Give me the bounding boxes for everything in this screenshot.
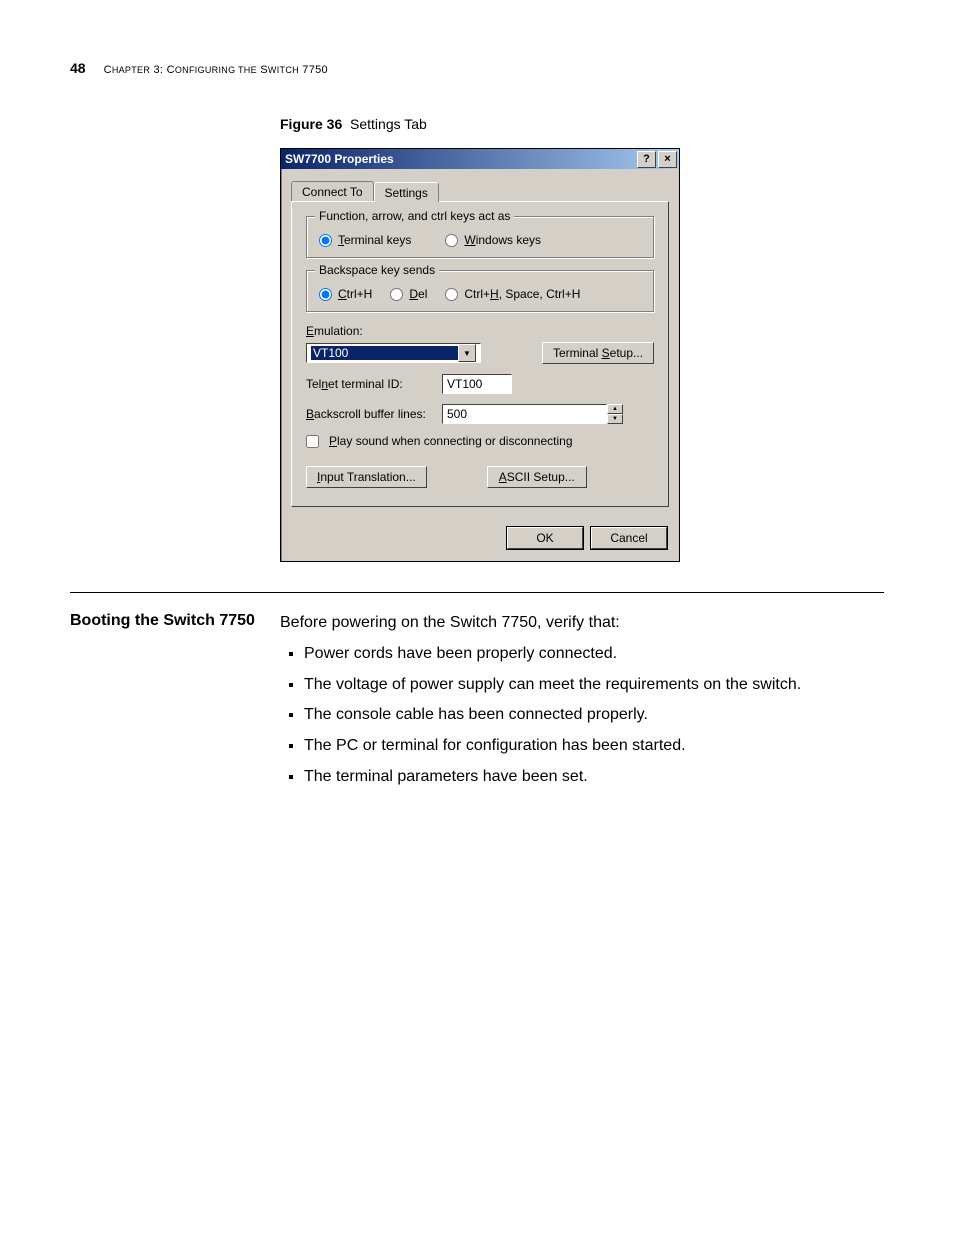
chevron-down-icon[interactable]: ▼ [458, 344, 476, 362]
figure-caption: Figure 36 Settings Tab [280, 116, 884, 132]
backspace-legend: Backspace key sends [315, 263, 439, 277]
list-item: The terminal parameters have been set. [304, 765, 884, 790]
radio-terminal-keys-input[interactable] [319, 234, 332, 247]
properties-dialog: SW7700 Properties ? × Connect To Setting… [280, 148, 680, 562]
ascii-setup-button[interactable]: ASCII Setup... [487, 466, 587, 488]
telnet-label: Telnet terminal ID: [306, 377, 432, 391]
ok-button[interactable]: OK [507, 527, 583, 549]
close-button[interactable]: × [658, 151, 677, 168]
telnet-terminal-id-input[interactable] [442, 374, 512, 394]
radio-ctrl-h[interactable]: Ctrl+H [319, 287, 372, 301]
emulation-label: Emulation: [306, 324, 363, 338]
figure-label: Figure 36 [280, 116, 342, 132]
radio-del[interactable]: Del [390, 287, 427, 301]
chapter-title: CHAPTER 3: CONFIGURING THE SWITCH 7750 [104, 64, 328, 76]
radio-ctrl-h-space[interactable]: Ctrl+H, Space, Ctrl+H [445, 287, 580, 301]
spinner-up-icon[interactable]: ▲ [607, 404, 623, 414]
section-intro: Before powering on the Switch 7750, veri… [280, 611, 884, 636]
radio-windows-keys-input[interactable] [445, 234, 458, 247]
emulation-combo[interactable]: VT100 ▼ [306, 343, 481, 363]
figure-title: Settings Tab [350, 116, 427, 132]
backscroll-label: Backscroll buffer lines: [306, 407, 432, 421]
dialog-title: SW7700 Properties [285, 152, 394, 166]
list-item: The console cable has been connected pro… [304, 703, 884, 728]
help-button[interactable]: ? [637, 151, 656, 168]
radio-ctrl-h-space-input[interactable] [445, 288, 458, 301]
list-item: The voltage of power supply can meet the… [304, 673, 884, 698]
running-head: 48 CHAPTER 3: CONFIGURING THE SWITCH 775… [70, 60, 884, 76]
backscroll-input[interactable] [442, 404, 607, 424]
tab-connect-to[interactable]: Connect To [291, 181, 374, 201]
dialog-titlebar[interactable]: SW7700 Properties ? × [281, 149, 679, 169]
settings-panel: Function, arrow, and ctrl keys act as Te… [291, 201, 669, 507]
radio-terminal-keys[interactable]: Terminal keys [319, 233, 411, 247]
tab-settings[interactable]: Settings [374, 182, 439, 202]
emulation-value: VT100 [311, 346, 458, 360]
backspace-group: Backspace key sends Ctrl+H Del [306, 270, 654, 312]
radio-del-input[interactable] [390, 288, 403, 301]
page-number: 48 [70, 60, 86, 76]
terminal-setup-button[interactable]: Terminal Setup... [542, 342, 654, 364]
radio-windows-keys[interactable]: Windows keys [445, 233, 541, 247]
play-sound-label: Play sound when connecting or disconnect… [329, 434, 573, 448]
section-divider [70, 592, 884, 593]
play-sound-checkbox[interactable] [306, 435, 319, 448]
radio-ctrl-h-input[interactable] [319, 288, 332, 301]
function-keys-group: Function, arrow, and ctrl keys act as Te… [306, 216, 654, 258]
spinner-down-icon[interactable]: ▼ [607, 414, 623, 424]
backscroll-spinner[interactable]: ▲ ▼ [442, 404, 623, 424]
function-keys-legend: Function, arrow, and ctrl keys act as [315, 209, 514, 223]
bullet-list: Power cords have been properly connected… [280, 642, 884, 790]
list-item: Power cords have been properly connected… [304, 642, 884, 667]
section-heading: Booting the Switch 7750 [70, 611, 280, 631]
cancel-button[interactable]: Cancel [591, 527, 667, 549]
list-item: The PC or terminal for configuration has… [304, 734, 884, 759]
input-translation-button[interactable]: Input Translation... [306, 466, 427, 488]
